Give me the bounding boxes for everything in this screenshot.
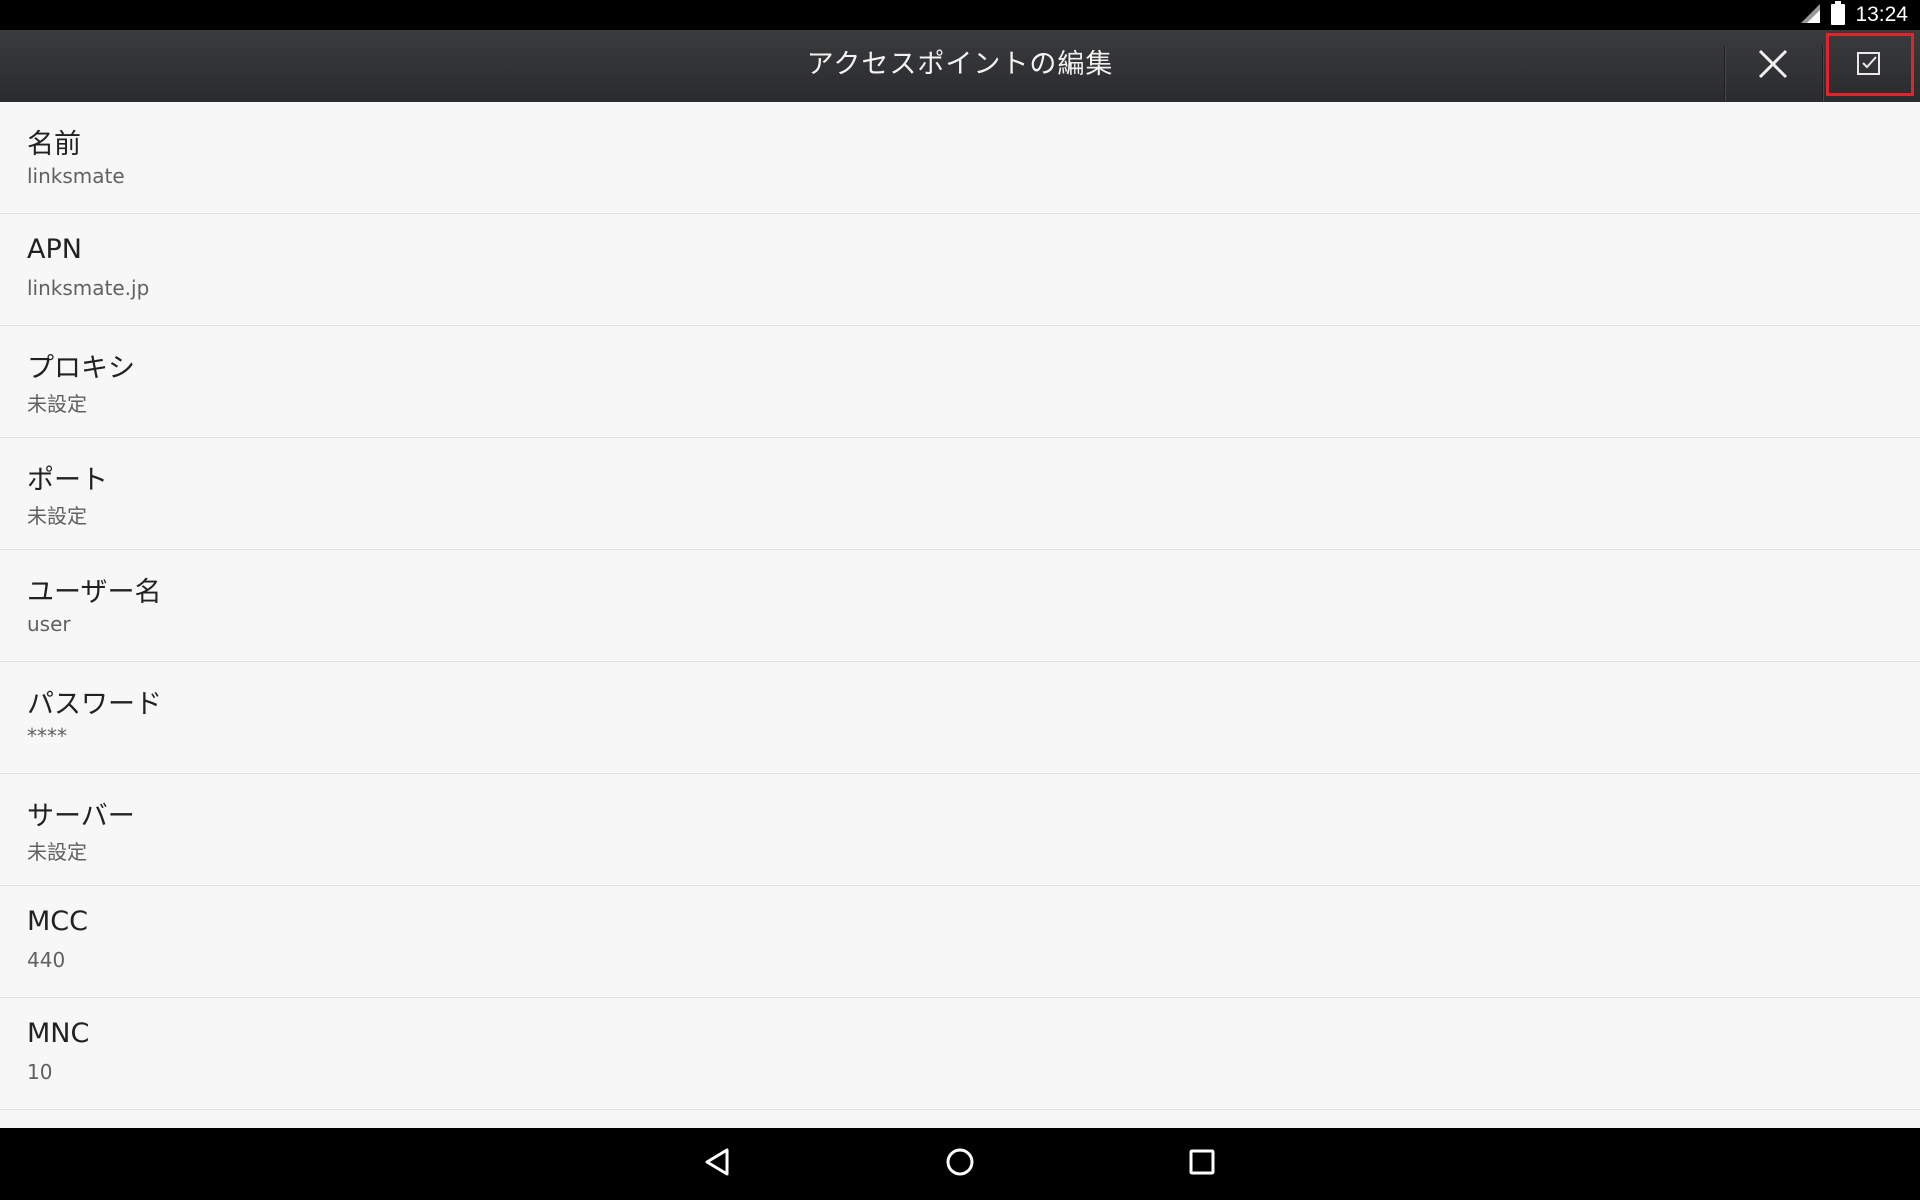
home-button[interactable] bbox=[900, 1128, 1020, 1200]
list-item-username[interactable]: ユーザー名 user bbox=[0, 550, 1920, 662]
field-label: パスワード bbox=[27, 689, 162, 720]
field-label: MNC bbox=[27, 1018, 90, 1049]
checkbox-check-icon bbox=[1857, 51, 1883, 79]
field-value: 10 bbox=[27, 1060, 53, 1084]
field-value: **** bbox=[27, 724, 67, 748]
field-label: MCC bbox=[27, 906, 89, 937]
field-value: linksmate bbox=[27, 164, 125, 188]
field-value: 440 bbox=[27, 948, 66, 972]
status-bar: 13:24 bbox=[0, 0, 1920, 30]
field-label: 名前 bbox=[27, 129, 81, 160]
list-item-mcc[interactable]: MCC 440 bbox=[0, 886, 1920, 998]
field-label: ポート bbox=[27, 465, 108, 496]
field-label: サーバー bbox=[27, 801, 135, 832]
close-icon bbox=[1757, 48, 1789, 84]
back-button[interactable] bbox=[658, 1128, 778, 1200]
list-item-port[interactable]: ポート 未設定 bbox=[0, 438, 1920, 550]
save-button[interactable] bbox=[1826, 33, 1914, 96]
field-value: 未設定 bbox=[27, 392, 87, 416]
list-item-password[interactable]: パスワード **** bbox=[0, 662, 1920, 774]
action-divider bbox=[1822, 46, 1824, 102]
list-item-apn[interactable]: APN linksmate.jp bbox=[0, 214, 1920, 326]
status-icons: 13:24 bbox=[1799, 0, 1908, 30]
field-label: APN bbox=[27, 234, 82, 265]
field-label: プロキシ bbox=[27, 353, 135, 384]
app-bar: アクセスポイントの編集 bbox=[0, 30, 1920, 102]
field-value: 未設定 bbox=[27, 504, 87, 528]
page-title: アクセスポイントの編集 bbox=[806, 49, 1114, 80]
close-button[interactable] bbox=[1725, 30, 1821, 102]
navigation-bar bbox=[0, 1128, 1920, 1200]
recents-icon bbox=[1188, 1148, 1216, 1180]
field-label: ユーザー名 bbox=[27, 577, 162, 608]
field-value: user bbox=[27, 612, 71, 636]
list-item-name[interactable]: 名前 linksmate bbox=[0, 102, 1920, 214]
battery-icon bbox=[1831, 1, 1846, 29]
apn-settings-list: 名前 linksmate APN linksmate.jp プロキシ 未設定 ポ… bbox=[0, 102, 1920, 1128]
field-value: linksmate.jp bbox=[27, 276, 150, 300]
recents-button[interactable] bbox=[1142, 1128, 1262, 1200]
list-item-proxy[interactable]: プロキシ 未設定 bbox=[0, 326, 1920, 438]
field-value: 未設定 bbox=[27, 840, 87, 864]
signal-icon bbox=[1799, 2, 1821, 28]
home-icon bbox=[945, 1147, 975, 1181]
list-item-mnc[interactable]: MNC 10 bbox=[0, 998, 1920, 1110]
status-time: 13:24 bbox=[1855, 3, 1908, 26]
back-icon bbox=[703, 1147, 733, 1181]
list-item-server[interactable]: サーバー 未設定 bbox=[0, 774, 1920, 886]
